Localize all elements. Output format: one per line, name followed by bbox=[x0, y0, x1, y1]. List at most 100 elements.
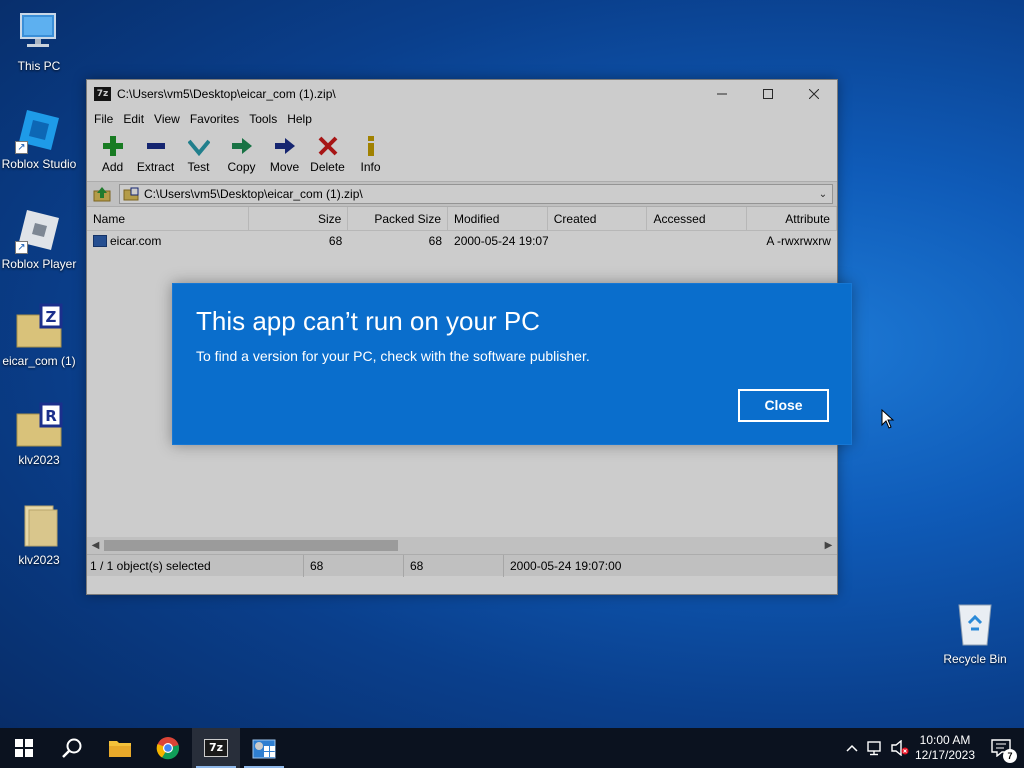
info-icon bbox=[359, 134, 383, 158]
app-cant-run-dialog: This app can’t run on your PC To find a … bbox=[172, 283, 852, 445]
extract-button[interactable]: Extract bbox=[134, 130, 177, 178]
up-folder-button[interactable] bbox=[91, 184, 113, 204]
move-icon bbox=[273, 134, 297, 158]
dialog-message: To find a version for your PC, check wit… bbox=[196, 348, 590, 364]
clock-date: 12/17/2023 bbox=[914, 748, 976, 762]
column-size[interactable]: Size bbox=[249, 207, 349, 231]
copy-button[interactable]: Copy bbox=[220, 130, 263, 178]
info-button[interactable]: Info bbox=[349, 130, 392, 178]
desktop-icon-label: eicar_com (1) bbox=[2, 354, 76, 368]
file-name: eicar.com bbox=[110, 234, 162, 248]
file-icon bbox=[93, 234, 107, 247]
close-button[interactable]: Close bbox=[738, 389, 829, 422]
file-created bbox=[548, 231, 648, 251]
copy-label: Copy bbox=[227, 160, 256, 174]
scrollbar-thumb[interactable] bbox=[104, 540, 398, 551]
extract-icon bbox=[144, 134, 168, 158]
desktop-icon-eicar-zip[interactable]: Z eicar_com (1) bbox=[0, 303, 78, 368]
menu-edit[interactable]: Edit bbox=[118, 112, 149, 126]
close-window-button[interactable] bbox=[791, 80, 837, 108]
notifications-button[interactable]: 7 bbox=[978, 728, 1024, 768]
start-button[interactable] bbox=[0, 728, 48, 768]
file-attributes: A -rwxrwxrw bbox=[766, 234, 831, 248]
svg-text:R: R bbox=[45, 407, 57, 425]
test-button[interactable]: Test bbox=[177, 130, 220, 178]
clock[interactable]: 10:00 AM 12/17/2023 bbox=[912, 733, 978, 763]
table-row[interactable]: eicar.com 68 68 2000-05-24 19:07 A -rwxr… bbox=[87, 231, 837, 251]
status-modified: 2000-05-24 19:07:00 bbox=[510, 558, 622, 573]
test-icon bbox=[187, 134, 211, 158]
column-packed-size[interactable]: Packed Size bbox=[348, 207, 449, 231]
toolbar: Add Extract Test Copy Move Delete Info bbox=[87, 130, 837, 182]
desktop-icon-label: This PC bbox=[17, 59, 61, 73]
seven-zip-app-icon: 7z bbox=[94, 87, 111, 101]
roblox-player-icon: ↗ bbox=[15, 206, 63, 254]
network-button[interactable] bbox=[864, 728, 888, 768]
desktop-icon-roblox-studio[interactable]: ↗ Roblox Studio bbox=[0, 106, 78, 171]
column-accessed[interactable]: Accessed bbox=[647, 207, 748, 231]
seven-zip-taskbar-button[interactable]: 7z bbox=[192, 728, 240, 768]
horizontal-scrollbar[interactable]: ◀ ▶ bbox=[87, 537, 837, 554]
desktop-icon-label: Recycle Bin bbox=[943, 652, 1007, 666]
copy-icon bbox=[230, 134, 254, 158]
menu-bar: File Edit View Favorites Tools Help bbox=[87, 108, 837, 130]
show-hidden-icons-button[interactable] bbox=[840, 728, 864, 768]
clock-time: 10:00 AM bbox=[919, 733, 971, 747]
column-modified[interactable]: Modified bbox=[448, 207, 548, 231]
path-text: C:\Users\vm5\Desktop\eicar_com (1).zip\ bbox=[144, 187, 363, 201]
menu-help[interactable]: Help bbox=[282, 112, 317, 126]
desktop-icon-roblox-player[interactable]: ↗ Roblox Player bbox=[0, 206, 78, 271]
installer-taskbar-button[interactable] bbox=[240, 728, 288, 768]
move-label: Move bbox=[269, 160, 300, 174]
minimize-button[interactable] bbox=[699, 80, 745, 108]
menu-file[interactable]: File bbox=[89, 112, 118, 126]
dialog-title: This app can’t run on your PC bbox=[196, 306, 540, 336]
folder-icon bbox=[109, 741, 131, 757]
archive-icon bbox=[123, 187, 139, 201]
move-button[interactable]: Move bbox=[263, 130, 306, 178]
add-label: Add bbox=[101, 160, 124, 174]
up-arrow-icon bbox=[93, 187, 111, 202]
desktop-icon-klv2023-folder[interactable]: klv2023 bbox=[0, 502, 78, 567]
desktop-icon-klv2023-rar[interactable]: R klv2023 bbox=[0, 402, 78, 467]
scroll-right-icon[interactable]: ▶ bbox=[820, 540, 837, 551]
chevron-up-icon bbox=[846, 744, 858, 752]
menu-tools[interactable]: Tools bbox=[244, 112, 282, 126]
search-button[interactable] bbox=[48, 728, 96, 768]
add-button[interactable]: Add bbox=[91, 130, 134, 178]
chrome-taskbar-button[interactable] bbox=[144, 728, 192, 768]
chrome-icon bbox=[156, 737, 180, 760]
column-created[interactable]: Created bbox=[548, 207, 648, 231]
desktop-icon-recycle-bin[interactable]: Recycle Bin bbox=[936, 601, 1014, 666]
system-tray: 10:00 AM 12/17/2023 7 bbox=[840, 728, 1024, 768]
delete-button[interactable]: Delete bbox=[306, 130, 349, 178]
maximize-button[interactable] bbox=[745, 80, 791, 108]
menu-view[interactable]: View bbox=[149, 112, 185, 126]
computer-icon bbox=[15, 8, 63, 56]
installer-icon bbox=[252, 739, 276, 759]
status-bar: 1 / 1 object(s) selected 68 68 2000-05-2… bbox=[87, 554, 837, 577]
scrollbar-track[interactable] bbox=[104, 540, 820, 551]
volume-muted-icon bbox=[891, 740, 909, 756]
desktop-icon-this-pc[interactable]: This PC bbox=[0, 8, 78, 73]
desktop-icon-label: Roblox Studio bbox=[1, 157, 77, 171]
title-bar[interactable]: 7z C:\Users\vm5\Desktop\eicar_com (1).zi… bbox=[87, 80, 837, 108]
test-label: Test bbox=[187, 160, 210, 174]
mouse-cursor-icon bbox=[881, 409, 895, 429]
roblox-studio-icon: ↗ bbox=[15, 106, 63, 154]
column-name[interactable]: Name bbox=[87, 207, 249, 231]
svg-text:Z: Z bbox=[46, 308, 57, 326]
rar-archive-icon: R bbox=[15, 402, 63, 450]
file-explorer-taskbar-button[interactable] bbox=[96, 728, 144, 768]
scroll-left-icon[interactable]: ◀ bbox=[87, 540, 104, 551]
path-combobox[interactable]: C:\Users\vm5\Desktop\eicar_com (1).zip\ … bbox=[119, 184, 833, 204]
volume-button[interactable] bbox=[888, 728, 912, 768]
address-bar: C:\Users\vm5\Desktop\eicar_com (1).zip\ … bbox=[87, 182, 837, 207]
windows-logo-icon bbox=[15, 739, 33, 757]
chevron-down-icon[interactable]: ⌄ bbox=[814, 189, 832, 200]
menu-favorites[interactable]: Favorites bbox=[185, 112, 244, 126]
add-icon bbox=[101, 134, 125, 158]
network-icon bbox=[867, 741, 881, 756]
delete-label: Delete bbox=[310, 160, 345, 174]
column-attributes[interactable]: Attribute bbox=[747, 207, 837, 231]
